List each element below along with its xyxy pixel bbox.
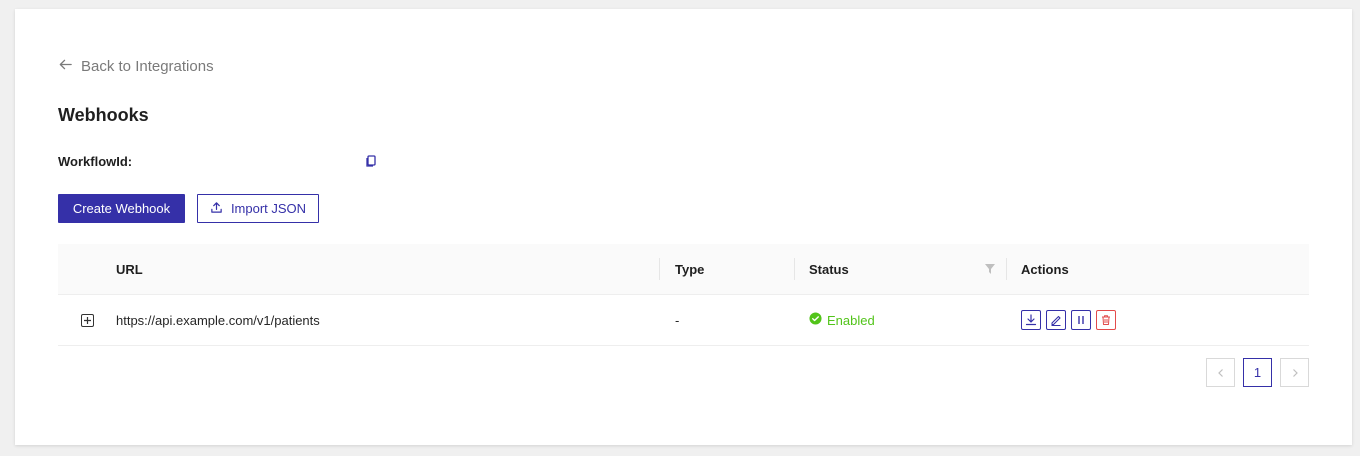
back-to-integrations-link[interactable]: Back to Integrations: [58, 57, 214, 76]
upload-icon: [210, 201, 223, 217]
download-button[interactable]: [1021, 310, 1041, 330]
pause-icon: [1078, 316, 1084, 324]
delete-button[interactable]: [1096, 310, 1116, 330]
copy-icon[interactable]: [364, 154, 378, 168]
plus-icon: [83, 316, 91, 324]
edit-button[interactable]: [1046, 310, 1066, 330]
column-header-status: Status: [795, 262, 1007, 277]
download-icon: [1025, 314, 1037, 326]
edit-icon: [1051, 315, 1061, 326]
check-circle-icon: [809, 312, 822, 328]
filter-icon[interactable]: [985, 262, 995, 277]
next-page-button[interactable]: [1280, 358, 1309, 387]
status-label: Enabled: [827, 312, 875, 328]
arrow-left-icon: [58, 57, 73, 76]
prev-page-button[interactable]: [1206, 358, 1235, 387]
page-number-button[interactable]: 1: [1243, 358, 1272, 387]
chevron-left-icon: [1217, 368, 1223, 377]
trash-icon: [1102, 315, 1110, 325]
webhook-url: https://api.example.com/v1/patients: [116, 312, 320, 328]
import-json-label: Import JSON: [230, 201, 307, 216]
workflow-id-value: [142, 153, 364, 169]
table-header: URL Type Status Actions: [58, 244, 1309, 294]
create-webhook-label: Create Webhook: [72, 201, 171, 216]
column-header-actions: Actions: [1021, 261, 1069, 277]
status-header-label: Status: [809, 261, 849, 277]
back-link-label: Back to Integrations: [81, 58, 214, 75]
workflow-id-row: WorkflowId:: [58, 153, 378, 169]
webhooks-card: Back to Integrations Webhooks WorkflowId…: [15, 9, 1352, 445]
webhook-type: -: [675, 312, 680, 328]
chevron-right-icon: [1292, 368, 1298, 377]
column-divider: [794, 258, 795, 280]
toolbar: Create Webhook Import JSON: [58, 194, 319, 223]
workflow-id-label: WorkflowId:: [58, 153, 133, 169]
column-divider: [659, 258, 660, 280]
import-json-button[interactable]: Import JSON: [197, 194, 319, 223]
pause-button[interactable]: [1071, 310, 1091, 330]
table-row: https://api.example.com/v1/patients - En…: [58, 294, 1309, 346]
column-header-type: Type: [675, 261, 705, 277]
webhooks-table: URL Type Status Actions https://api.exam…: [58, 244, 1309, 346]
row-actions: [1007, 310, 1309, 330]
create-webhook-button[interactable]: Create Webhook: [58, 194, 185, 223]
page-title: Webhooks: [58, 105, 149, 125]
pagination: 1: [1206, 358, 1309, 387]
column-header-url: URL: [116, 261, 143, 277]
column-divider: [1006, 258, 1007, 280]
expand-row-button[interactable]: [80, 313, 94, 327]
status-badge: Enabled: [809, 312, 875, 328]
